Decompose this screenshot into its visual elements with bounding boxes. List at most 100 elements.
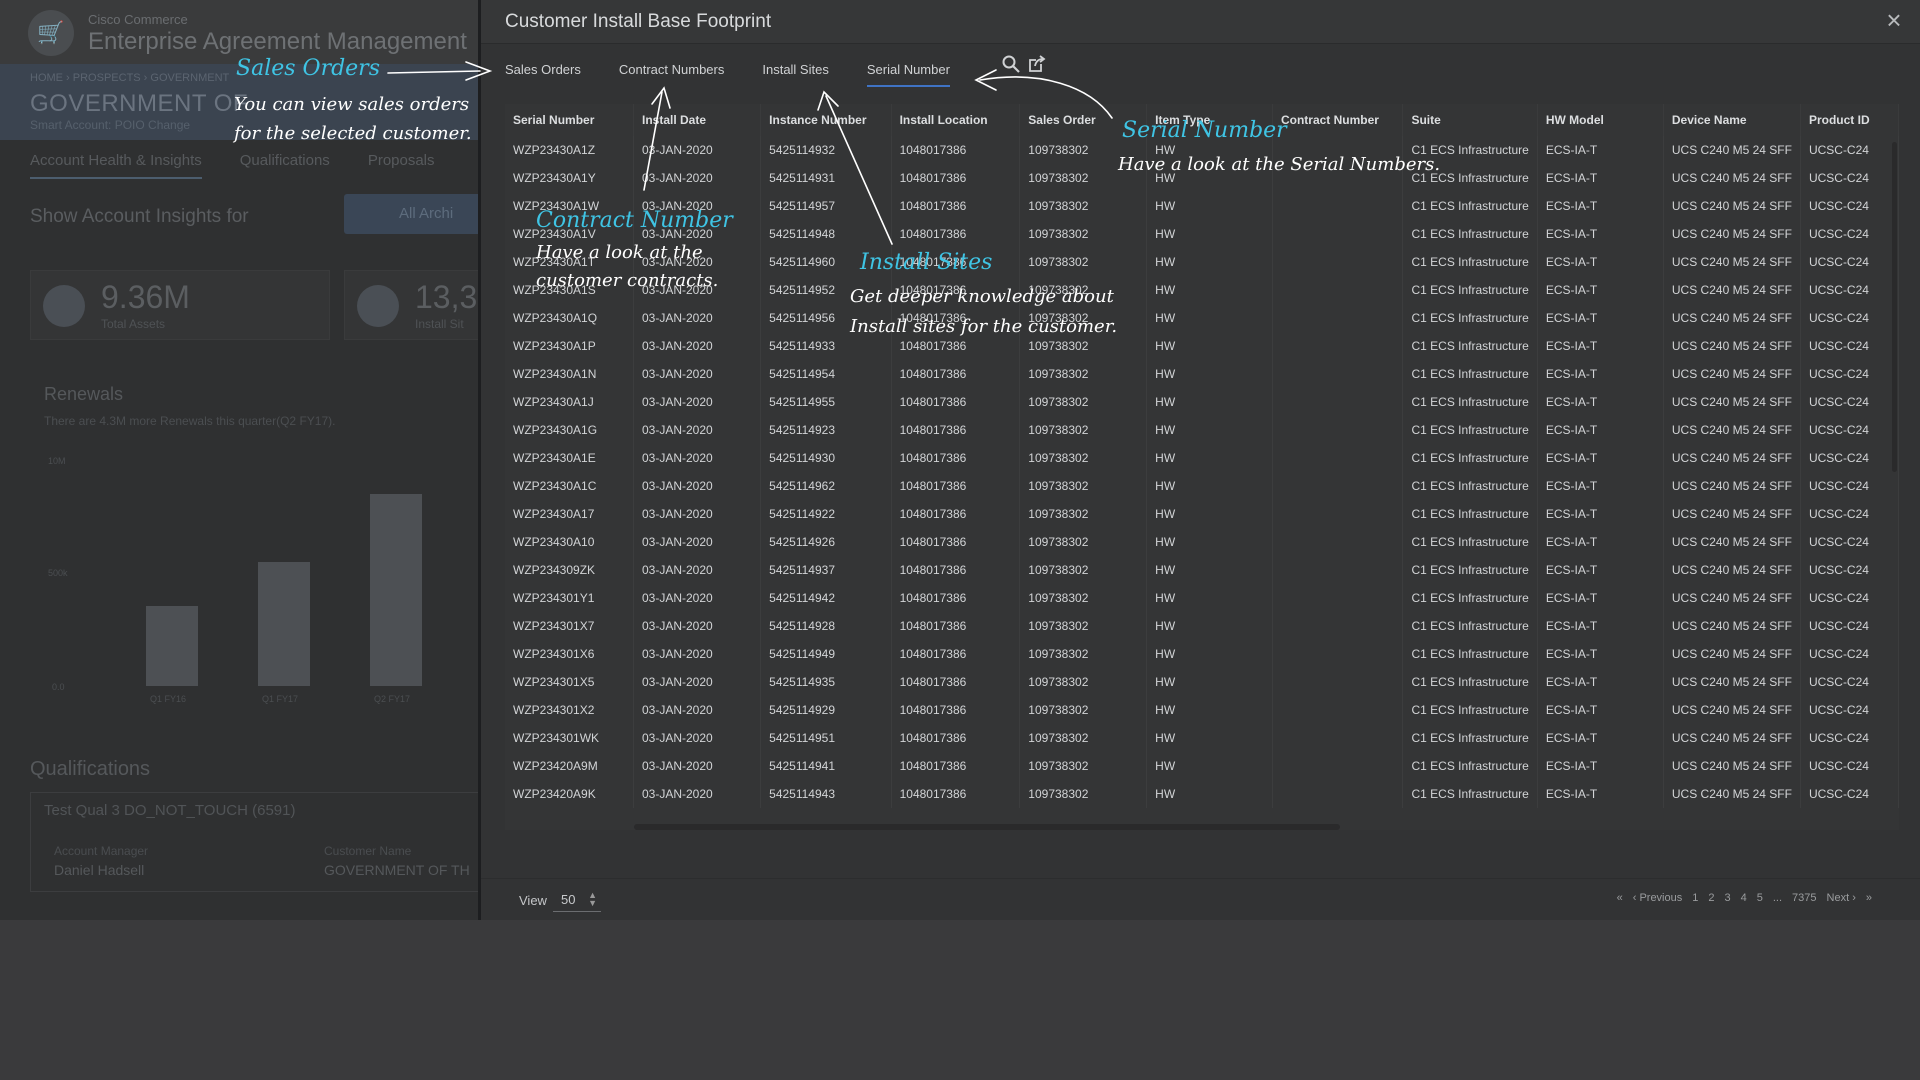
page-link[interactable]: 3 [1725,892,1731,904]
table-cell: C1 ECS Infrastructure [1402,444,1538,472]
tab-serial-number[interactable]: Serial Number [866,62,950,87]
table-cell: 109738302 [1019,444,1148,472]
table-cell [1272,192,1404,220]
page-size-select[interactable]: 50 ▲ ▼ [553,888,601,912]
tab-qualifications[interactable]: Qualifications [240,152,330,179]
column-header[interactable]: Product ID [1800,104,1899,136]
table-cell: 1048017386 [891,528,1021,556]
tab-account-health[interactable]: Account Health & Insights [30,152,202,179]
page-link[interactable]: 2 [1708,892,1714,904]
table-cell: 5425114948 [760,220,892,248]
table-cell [1272,584,1404,612]
table-row[interactable]: WZP23430A10 03-JAN-2020 5425114926 10480173… [505,528,1899,556]
page-link[interactable]: 4 [1741,892,1747,904]
archive-button[interactable]: All Archi [344,194,480,234]
search-icon[interactable] [1001,54,1021,74]
table-row[interactable]: WZP23420A9K 03-JAN-2020 5425114943 10480173… [505,780,1899,808]
tab-contract-numbers[interactable]: Contract Numbers [619,62,724,87]
table-cell: ECS-IA-T [1537,416,1664,444]
table-cell: 1048017386 [891,780,1021,808]
column-header[interactable]: Instance Number [760,104,892,136]
table-row[interactable]: WZP23430A1P 03-JAN-2020 5425114933 10480173… [505,332,1899,360]
column-header[interactable]: Device Name [1663,104,1801,136]
table-cell: WZP23420A9M [505,752,634,780]
table-cell: 03-JAN-2020 [633,500,762,528]
breadcrumb[interactable]: HOME › PROSPECTS › GOVERNMENT [30,72,229,84]
close-icon[interactable]: × [1882,7,1906,33]
page-link-last[interactable]: 7375 [1792,892,1816,904]
table-cell [1272,696,1404,724]
column-header[interactable]: Contract Number [1272,104,1404,136]
table-row[interactable]: WZP234301X2 03-JAN-2020 5425114929 10480173… [505,696,1899,724]
table-cell: HW [1146,444,1273,472]
table-row[interactable]: WZP234301X7 03-JAN-2020 5425114928 10480173… [505,612,1899,640]
table-row[interactable]: WZP234301Y1 03-JAN-2020 5425114942 10480173… [505,584,1899,612]
table-cell: 1048017386 [891,388,1021,416]
qualification-name[interactable]: Test Qual 3 DO_NOT_TOUCH (6591) [44,802,295,819]
table-row[interactable]: WZP23430A1G 03-JAN-2020 5425114923 10480173… [505,416,1899,444]
tab-proposals[interactable]: Proposals [368,152,435,179]
page-link[interactable]: 1 [1692,892,1698,904]
table-cell: HW [1146,192,1273,220]
table-cell: UCS C240 M5 24 SFF [1663,724,1801,752]
table-cell: WZP234309ZK [505,556,634,584]
chart-y-tick: 10M [48,456,66,466]
table-cell: WZP23430A17 [505,500,634,528]
table-cell: HW [1146,360,1273,388]
table-row[interactable]: WZP234309ZK 03-JAN-2020 5425114937 10480173… [505,556,1899,584]
table-cell: C1 ECS Infrastructure [1402,584,1538,612]
table-cell: 109738302 [1019,388,1148,416]
export-icon[interactable] [1027,54,1047,74]
column-header[interactable]: Install Location [891,104,1021,136]
first-page-icon[interactable]: « [1617,892,1623,904]
table-row[interactable]: WZP23420A9M 03-JAN-2020 5425114941 10480173… [505,752,1899,780]
table-cell: C1 ECS Infrastructure [1402,556,1538,584]
column-header[interactable]: HW Model [1537,104,1664,136]
column-header[interactable]: Serial Number [505,104,634,136]
renewals-title: Renewals [44,384,124,404]
column-header[interactable]: Suite [1402,104,1538,136]
table-row[interactable]: WZP234301WK 03-JAN-2020 5425114951 10480173… [505,724,1899,752]
table-row[interactable]: WZP23430A17 03-JAN-2020 5425114922 10480173… [505,500,1899,528]
table-cell [1272,416,1404,444]
next-button[interactable]: Next › [1827,892,1856,904]
tab-sales-orders[interactable]: Sales Orders [505,62,581,87]
table-row[interactable]: WZP23430A1C 03-JAN-2020 5425114962 10480173… [505,472,1899,500]
card-label: Total Assets [101,317,166,331]
card-value: 9.36M [101,279,190,315]
hint-contract-number-line: customer contracts. [536,270,719,291]
table-cell: UCS C240 M5 24 SFF [1663,696,1801,724]
table-row[interactable]: WZP23430A1Q 03-JAN-2020 5425114956 10480173… [505,304,1899,332]
table-row[interactable]: WZP234301X6 03-JAN-2020 5425114949 10480173… [505,640,1899,668]
table-cell [1272,612,1404,640]
table-cell: 03-JAN-2020 [633,360,762,388]
page-link[interactable]: 5 [1757,892,1763,904]
column-header[interactable]: Install Date [633,104,762,136]
table-cell: 5425114929 [760,696,892,724]
table-cell: 03-JAN-2020 [633,528,762,556]
tab-install-sites[interactable]: Install Sites [762,62,828,87]
smart-account[interactable]: Smart Account: POIO Change [30,118,190,132]
table-row[interactable]: WZP234301X5 03-JAN-2020 5425114935 10480173… [505,668,1899,696]
table-cell: UCS C240 M5 24 SFF [1663,164,1801,192]
table-cell: UCSC-C24 [1800,472,1899,500]
table-cell: 1048017386 [891,556,1021,584]
table-cell: ECS-IA-T [1537,444,1664,472]
last-page-icon[interactable]: » [1866,892,1872,904]
hint-contract-number-title: Contract Number [536,208,733,233]
horizontal-scrollbar[interactable] [634,824,1340,830]
table-cell: WZP23430A1J [505,388,634,416]
table-cell: 109738302 [1019,640,1148,668]
table-cell: UCS C240 M5 24 SFF [1663,248,1801,276]
table-cell: HW [1146,752,1273,780]
table-cell: UCS C240 M5 24 SFF [1663,416,1801,444]
table-cell: ECS-IA-T [1537,752,1664,780]
previous-button[interactable]: ‹ Previous [1633,892,1683,904]
table-row[interactable]: WZP23430A1J 03-JAN-2020 5425114955 10480173… [505,388,1899,416]
customer-name-value: GOVERNMENT OF TH [324,862,470,878]
table-row[interactable]: WZP23430A1E 03-JAN-2020 5425114930 10480173… [505,444,1899,472]
vertical-scrollbar[interactable] [1892,142,1897,472]
table-cell [1272,444,1404,472]
table-row[interactable]: WZP23430A1N 03-JAN-2020 5425114954 10480173… [505,360,1899,388]
table-cell [1272,276,1404,304]
